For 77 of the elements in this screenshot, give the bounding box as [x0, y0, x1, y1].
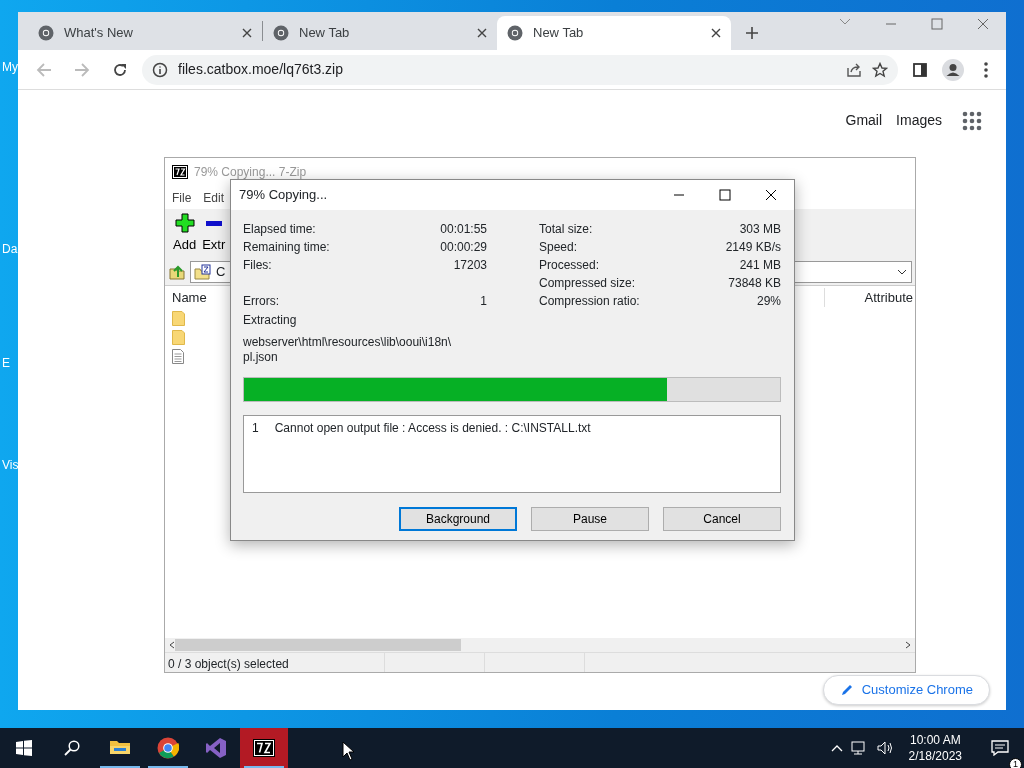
browser-tab[interactable]: New Tab	[263, 16, 497, 50]
pencil-icon	[839, 683, 854, 697]
column-header[interactable]: Attribute	[823, 287, 915, 308]
operation-label: Extracting	[243, 312, 298, 329]
maximize-icon[interactable]	[719, 189, 731, 201]
menu-item[interactable]: File	[172, 188, 192, 207]
error-number: 1	[252, 420, 259, 437]
speaker-icon[interactable]	[876, 740, 895, 756]
stat-value: 73848 KB	[728, 275, 781, 292]
stat-label: Speed:	[539, 239, 578, 256]
new-tab-icon[interactable]	[745, 26, 759, 40]
document-icon[interactable]	[172, 349, 184, 365]
header-link[interactable]: Gmail	[845, 110, 883, 131]
dialog-button[interactable]: Background	[399, 507, 517, 531]
stat-value: 2149 KB/s	[725, 239, 781, 256]
column-header[interactable]: Name	[172, 287, 207, 308]
reload-icon[interactable]	[112, 61, 128, 78]
stat-label: Remaining time:	[243, 239, 330, 256]
stat-value: 1	[480, 293, 487, 310]
infinity-logo-icon	[205, 737, 227, 759]
scroll-right-icon[interactable]	[905, 641, 911, 649]
stat-value: 00:01:55	[440, 221, 487, 238]
seven-zip-logo-icon	[172, 165, 188, 179]
apps-grid-icon[interactable]	[962, 110, 982, 131]
clock[interactable]: 10:00 AM 2/18/2023	[902, 732, 968, 764]
search-icon[interactable]	[64, 740, 80, 756]
chevron-up-icon[interactable]	[830, 744, 843, 752]
share-icon[interactable]	[846, 61, 862, 78]
minus-icon	[205, 221, 222, 226]
info-icon[interactable]	[152, 61, 168, 78]
customize-chrome-button[interactable]: Customize Chrome	[822, 675, 990, 705]
close-icon[interactable]	[477, 28, 487, 38]
star-icon[interactable]	[872, 61, 888, 78]
stat-value: 00:00:29	[440, 239, 487, 256]
seven-zip-logo-icon	[253, 737, 275, 759]
stat-label: Compressed size:	[539, 275, 636, 292]
stat-value: 29%	[756, 293, 781, 310]
stat-label: Errors:	[243, 293, 279, 310]
menu-item[interactable]: Edit	[203, 188, 225, 207]
stat-label: Compression ratio:	[539, 293, 640, 310]
windows-start-icon[interactable]	[16, 740, 32, 756]
chevron-down-icon[interactable]	[839, 18, 851, 26]
notification-count: 1	[1009, 758, 1022, 768]
close-icon[interactable]	[242, 28, 252, 38]
browser-tab[interactable]: New Tab	[497, 16, 731, 50]
status-text: 0 / 3 object(s) selected	[165, 653, 385, 672]
scrollbar-thumb[interactable]	[175, 639, 461, 651]
stat-value: 303 MB	[739, 221, 781, 238]
toolbar-button[interactable]: Add	[173, 213, 197, 255]
header-link[interactable]: Images	[896, 110, 942, 131]
stat-value: 241 MB	[739, 257, 781, 274]
stat-label: Total size:	[539, 221, 593, 238]
close-icon[interactable]	[711, 28, 721, 38]
dialog-button[interactable]: Cancel	[663, 507, 781, 531]
dialog-title: 79% Copying...	[239, 186, 328, 205]
error-message: Cannot open output file : Access is denied. : C:\INSTALL.txt	[274, 420, 591, 437]
side-panel-icon[interactable]	[912, 61, 928, 78]
plus-icon	[174, 213, 195, 233]
taskbar-app[interactable]	[240, 728, 288, 768]
profile-avatar-icon[interactable]	[942, 58, 964, 81]
notification-icon[interactable]	[991, 740, 1009, 756]
scroll-left-icon[interactable]	[169, 641, 175, 649]
folder-up-icon[interactable]	[168, 263, 186, 281]
close-icon[interactable]	[765, 189, 777, 201]
toolbar-button[interactable]: Extr	[202, 213, 226, 255]
stat-value: 17203	[453, 257, 487, 274]
dialog-button[interactable]: Pause	[531, 507, 649, 531]
stat-label: Files:	[243, 257, 272, 274]
archive-folder-icon	[194, 264, 212, 280]
mouse-cursor-icon	[342, 741, 355, 761]
browser-tab[interactable]: What's New	[28, 16, 262, 50]
window-title: 79% Copying... 7-Zip	[194, 164, 307, 181]
stat-label: Processed:	[539, 257, 600, 274]
address-bar[interactable]: files.catbox.moe/lq76t3.zip	[142, 54, 898, 85]
menu-icon[interactable]	[984, 61, 988, 78]
current-file-path: webserver\html\resources\lib\ooui\i18n\ pl.json	[243, 335, 453, 365]
stat-label: Elapsed time:	[243, 221, 316, 238]
